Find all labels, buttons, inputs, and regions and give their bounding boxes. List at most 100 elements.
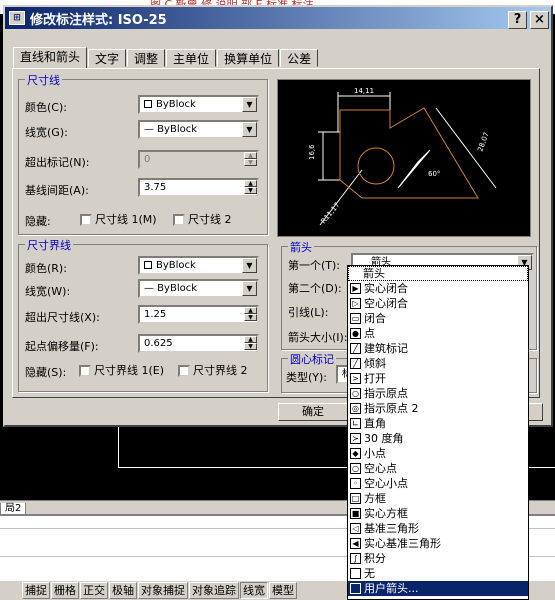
dropdown-item[interactable]: ▶ 实心闭合 xyxy=(348,281,528,296)
dropdown-item[interactable]: ◁ 基准三角形 xyxy=(348,521,528,536)
dropdown-item[interactable]: ○ 空心点 xyxy=(348,461,528,476)
ext-extend-input[interactable]: 1.25 ▲ ▼ xyxy=(138,305,259,324)
suppress-dim-line-1-checkbox[interactable]: 尺寸线 1(M) xyxy=(80,211,157,227)
dropdown-item[interactable]: ╱ 倾斜 xyxy=(348,356,528,371)
spin-down-icon: ▼ xyxy=(244,159,257,166)
chevron-down-icon[interactable]: ▼ xyxy=(242,122,257,137)
dropdown-item[interactable]: ╱ 建筑标记 xyxy=(348,341,528,356)
dim-extend-value: 0 xyxy=(144,154,151,165)
box-filled-icon: ■ xyxy=(350,508,361,519)
status-toggle[interactable]: 模型 xyxy=(269,582,297,599)
right-angle-icon: ∟ xyxy=(350,418,361,429)
dropdown-item[interactable]: ▭ 闭合 xyxy=(348,311,528,326)
dropdown-item-label: 指示原点 2 xyxy=(364,402,419,415)
dropdown-item[interactable]: ∫ 积分 xyxy=(348,551,528,566)
dropdown-item-label: 箭头 xyxy=(363,267,385,280)
ext-offset-input[interactable]: 0.625 ▲ ▼ xyxy=(138,334,259,353)
dropdown-item[interactable]: 用户箭头... xyxy=(348,581,528,596)
dropdown-item[interactable]: ◎ 指示原点 2 xyxy=(348,401,528,416)
ext-offset-value: 0.625 xyxy=(144,338,173,349)
dim-color-select[interactable]: ByBlock ▼ xyxy=(138,95,259,114)
dialog-titlebar[interactable]: ⊞ 修改标注样式: ISO-25 xyxy=(5,7,551,29)
chevron-down-icon[interactable]: ▼ xyxy=(242,281,257,296)
dim-baseline-label: 基线间距(A): xyxy=(25,184,89,197)
dim-lineweight-select[interactable]: — ByBlock ▼ xyxy=(138,120,259,139)
status-toggle[interactable]: 正交 xyxy=(80,582,108,599)
center-marks-title: 圆心标记 xyxy=(288,351,336,367)
second-arrow-label: 第二个(D): xyxy=(288,282,342,295)
status-toggle[interactable]: 捕捉 xyxy=(22,582,50,599)
dropdown-item-label: 实心方框 xyxy=(364,507,408,520)
dropdown-item[interactable]: ◀ 实心基准三角形 xyxy=(348,536,528,551)
preview-dim-right: 28,07 xyxy=(476,131,490,153)
dropdown-item[interactable]: 箭头 xyxy=(348,266,528,281)
arrowhead-dropdown-list[interactable]: 箭头 ▶ 实心闭合 ▷ 空心闭合 ▭ 闭合 ● 点 ╱ 建筑标记 ╱ 倾斜 > 打开 ○ 指示原点 ◎ 指示原点 2… xyxy=(347,265,529,600)
status-toggle[interactable]: 栅格 xyxy=(51,582,79,599)
dim-extend-label: 超出标记(N): xyxy=(25,156,90,169)
spin-up-icon[interactable]: ▲ xyxy=(244,336,257,343)
tab-alternate-units[interactable]: 换算单位 xyxy=(217,49,280,67)
origin-indicator-icon: ○ xyxy=(350,388,361,399)
status-toggle[interactable]: 线宽 xyxy=(240,582,268,599)
tab-fit[interactable]: 调整 xyxy=(127,49,166,67)
dropdown-item[interactable]: ◦ 空心小点 xyxy=(348,476,528,491)
dropdown-item-label: 30 度角 xyxy=(364,432,404,445)
dim-baseline-value: 3.75 xyxy=(144,182,167,193)
ext-color-select[interactable]: ByBlock ▼ xyxy=(138,256,259,275)
spin-up-icon[interactable]: ▲ xyxy=(244,180,257,187)
status-toggle[interactable]: 对象追踪 xyxy=(189,582,239,599)
arrow-size-label: 箭头大小(I): xyxy=(288,331,348,344)
closed-arrow-icon: ▭ xyxy=(350,313,361,324)
preview-panel: 14,11 16,6 28,07 R11,17 60° xyxy=(277,79,531,237)
dot-small-icon: ◆ xyxy=(350,448,361,459)
dropdown-item[interactable]: ∟ 直角 xyxy=(348,416,528,431)
tab-tolerances[interactable]: 公差 xyxy=(280,49,319,67)
datum-triangle-icon: ◁ xyxy=(350,523,361,534)
tab-primary-units[interactable]: 主单位 xyxy=(166,49,217,67)
oblique-icon: ╱ xyxy=(350,358,361,369)
dropdown-item-label: 基准三角形 xyxy=(364,522,419,535)
dropdown-item[interactable]: ■ 实心方框 xyxy=(348,506,528,521)
closed-blank-arrow-icon: ▷ xyxy=(350,298,361,309)
chevron-down-icon[interactable]: ▼ xyxy=(242,97,257,112)
closed-filled-arrow-icon: ▶ xyxy=(350,283,361,294)
suppress-dim-line-2-checkbox[interactable]: 尺寸线 2 xyxy=(173,211,232,227)
dropdown-item[interactable]: ▷ 空心闭合 xyxy=(348,296,528,311)
tab-lines-arrows[interactable]: 直线和箭头 xyxy=(13,47,88,68)
dot-small-blank-icon: ◦ xyxy=(350,478,361,489)
tab-text[interactable]: 文字 xyxy=(88,49,127,67)
dropdown-item[interactable]: □ 方框 xyxy=(348,491,528,506)
suppress-ext-line-2-checkbox[interactable]: 尺寸界线 2 xyxy=(178,362,248,378)
chevron-down-icon[interactable]: ▼ xyxy=(242,258,257,273)
ext-lineweight-label: 线宽(W): xyxy=(25,285,71,298)
dim-baseline-input[interactable]: 3.75 ▲ ▼ xyxy=(138,178,259,197)
dropdown-item[interactable]: > 打开 xyxy=(348,371,528,386)
ok-button[interactable]: 确定 xyxy=(278,403,348,421)
dropdown-item[interactable]: 无 xyxy=(348,566,528,581)
drawing-line xyxy=(118,426,119,468)
status-toggle[interactable]: 对象捕捉 xyxy=(138,582,188,599)
spin-down-icon[interactable]: ▼ xyxy=(244,187,257,194)
first-arrow-label: 第一个(T): xyxy=(288,259,341,272)
close-button[interactable]: × xyxy=(530,11,549,29)
ext-offset-label: 起点偏移量(F): xyxy=(25,340,99,353)
spin-up-icon[interactable]: ▲ xyxy=(244,307,257,314)
dropdown-item[interactable]: ◆ 小点 xyxy=(348,446,528,461)
dropdown-item[interactable]: ○ 指示原点 xyxy=(348,386,528,401)
help-button[interactable]: ? xyxy=(508,11,527,29)
app-icon: ⊞ xyxy=(9,11,25,25)
dropdown-item[interactable]: ≻ 30 度角 xyxy=(348,431,528,446)
ext-lineweight-select[interactable]: — ByBlock ▼ xyxy=(138,279,259,298)
dim-lines-title: 尺寸线 xyxy=(25,72,62,88)
preview-dim-angle: 60° xyxy=(428,170,440,178)
status-toggle[interactable]: 极轴 xyxy=(109,582,137,599)
suppress-ext-line-1-checkbox[interactable]: 尺寸界线 1(E) xyxy=(79,362,164,378)
spin-down-icon[interactable]: ▼ xyxy=(244,343,257,350)
ext-extend-label: 超出尺寸线(X): xyxy=(25,311,100,324)
datum-triangle-filled-icon: ◀ xyxy=(350,538,361,549)
dropdown-item[interactable]: ● 点 xyxy=(348,326,528,341)
dropdown-item-label: 用户箭头... xyxy=(364,582,419,595)
dropdown-item-label: 点 xyxy=(364,327,375,340)
center-type-label: 类型(Y): xyxy=(286,371,328,384)
spin-down-icon[interactable]: ▼ xyxy=(244,314,257,321)
